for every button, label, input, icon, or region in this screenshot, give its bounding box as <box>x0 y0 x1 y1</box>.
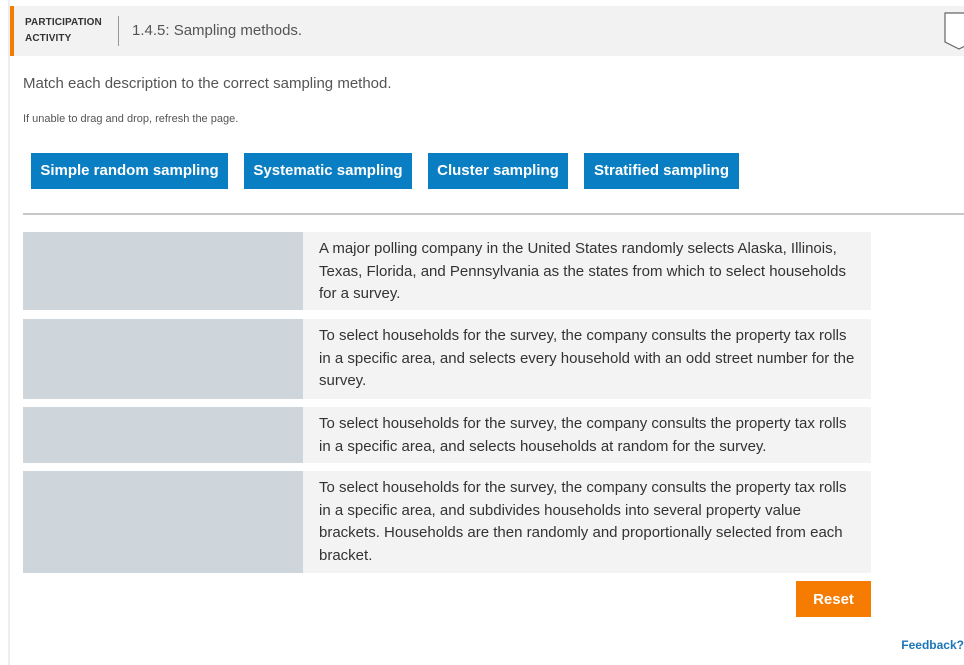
activity-title: 1.4.5: Sampling methods. <box>132 22 303 39</box>
drop-zone[interactable] <box>23 407 303 463</box>
drop-zone[interactable] <box>23 471 303 573</box>
row-description: A major polling company in the United St… <box>303 232 871 310</box>
drop-zone[interactable] <box>23 319 303 399</box>
section-divider <box>23 213 964 215</box>
tile-cluster-sampling[interactable]: Cluster sampling <box>428 153 568 189</box>
activity-label-line2: ACTIVITY <box>25 33 72 44</box>
activity-header: PARTICIPATION ACTIVITY 1.4.5: Sampling m… <box>10 6 964 56</box>
tile-systematic-sampling[interactable]: Systematic sampling <box>244 153 412 189</box>
tile-stratified-sampling[interactable]: Stratified sampling <box>584 153 739 189</box>
match-row: To select households for the survey, the… <box>23 471 871 573</box>
row-description: To select households for the survey, the… <box>303 471 871 573</box>
bookmark-icon[interactable] <box>944 12 964 50</box>
match-row: A major polling company in the United St… <box>23 232 871 310</box>
instruction-text: Match each description to the correct sa… <box>23 75 392 92</box>
reset-button[interactable]: Reset <box>796 581 871 617</box>
header-divider <box>118 16 119 46</box>
row-description: To select households for the survey, the… <box>303 407 871 463</box>
activity-label-line1: PARTICIPATION <box>25 17 102 28</box>
tile-simple-random-sampling[interactable]: Simple random sampling <box>31 153 228 189</box>
left-border <box>8 0 10 665</box>
match-row: To select households for the survey, the… <box>23 407 871 463</box>
feedback-link[interactable]: Feedback? <box>901 638 964 652</box>
row-description: To select households for the survey, the… <box>303 319 871 399</box>
drop-zone[interactable] <box>23 232 303 310</box>
match-row: To select households for the survey, the… <box>23 319 871 399</box>
activity-type-label: PARTICIPATION ACTIVITY <box>25 15 102 47</box>
drag-hint: If unable to drag and drop, refresh the … <box>23 113 239 125</box>
